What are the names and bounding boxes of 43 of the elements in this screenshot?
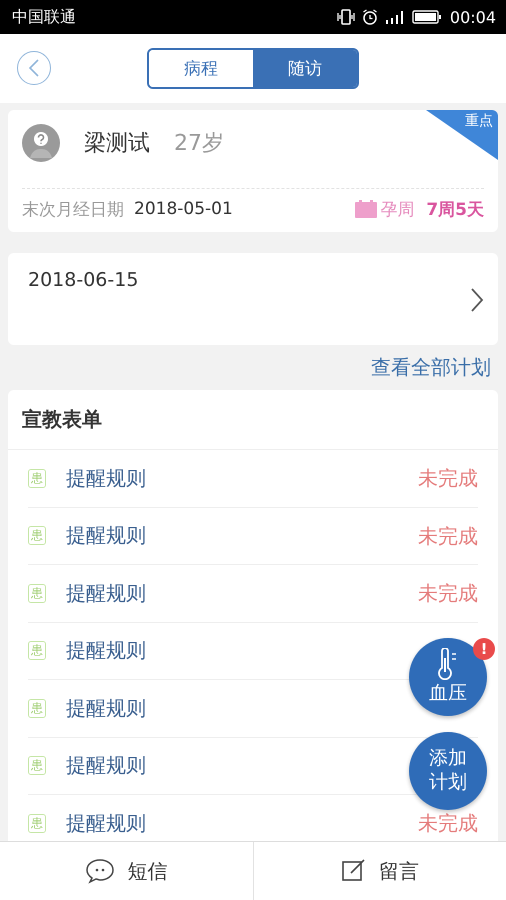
calendar-icon <box>355 200 378 218</box>
chevron-right-icon <box>470 287 484 313</box>
vibrate-icon <box>336 9 356 25</box>
form-status: 未完成 <box>418 467 478 490</box>
form-title[interactable]: 提醒规则 <box>66 464 146 492</box>
form-title[interactable]: 提醒规则 <box>66 580 146 607</box>
plan-date[interactable]: 2018-06-15 <box>28 269 138 291</box>
avatar-icon <box>22 124 60 162</box>
patient-badge: 患 <box>28 468 46 488</box>
patient-badge: 患 <box>28 698 46 718</box>
patient-name: 梁测试 <box>84 130 150 158</box>
back-button[interactable] <box>17 51 51 85</box>
edit-icon <box>340 859 367 883</box>
back-icon <box>28 59 40 77</box>
gestation-label: 孕周 <box>380 198 414 220</box>
patient-badge: 患 <box>28 756 46 776</box>
clock-time: 00:04 <box>450 8 496 26</box>
form-title[interactable]: 提醒规则 <box>66 694 146 722</box>
view-all-plans-link[interactable]: 查看全部计划 <box>371 354 491 381</box>
patient-badge: 患 <box>28 641 46 660</box>
thermometer-icon <box>437 648 459 680</box>
form-title[interactable]: 提醒规则 <box>66 522 146 550</box>
form-title[interactable]: 提醒规则 <box>66 752 146 780</box>
form-status: 未完成 <box>418 812 478 834</box>
patient-badge: 患 <box>28 526 46 546</box>
form-title[interactable]: 提醒规则 <box>66 810 146 837</box>
section-title: 宣教表单 <box>8 390 498 450</box>
form-status: 未完成 <box>418 582 478 604</box>
tab[interactable]: 随访 <box>253 50 357 87</box>
battery-icon <box>412 9 442 25</box>
signal-icon <box>384 9 406 25</box>
alarm-icon <box>362 9 378 25</box>
gestation-value: 7周5天 <box>426 198 484 220</box>
form-title[interactable]: 提醒规则 <box>66 637 146 664</box>
patient-badge: 患 <box>28 584 46 603</box>
chat-icon <box>85 858 116 884</box>
patient-age: 27岁 <box>174 130 224 158</box>
lmp-label: 末次月经日期 <box>22 198 124 220</box>
patient-badge: 患 <box>28 814 46 833</box>
carrier-name: 中国联通 <box>12 6 77 28</box>
form-status: 未完成 <box>418 524 478 547</box>
lmp-date: 2018-05-01 <box>134 199 234 219</box>
priority-ribbon: 重点 <box>426 110 498 160</box>
